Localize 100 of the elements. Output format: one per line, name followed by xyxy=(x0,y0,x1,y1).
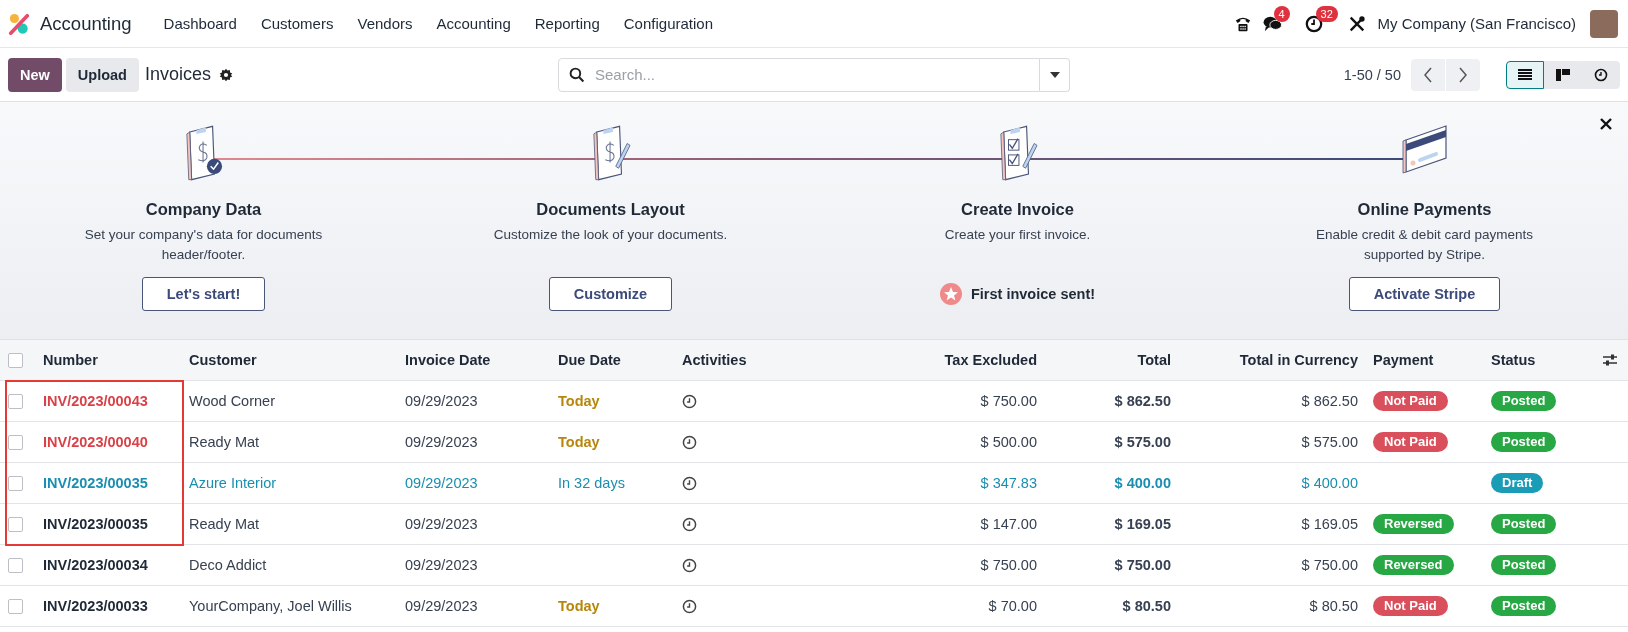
row-checkbox[interactable] xyxy=(8,475,23,491)
list-icon xyxy=(1517,67,1533,82)
clock-icon[interactable] xyxy=(682,434,697,450)
invoice-status: Posted xyxy=(1491,514,1557,534)
list-view-button[interactable] xyxy=(1506,60,1544,89)
kanban-icon xyxy=(1555,67,1571,82)
payment-status: Not Paid xyxy=(1373,596,1448,616)
amount: $ 750.00 xyxy=(1301,557,1358,573)
invoice-status: Posted xyxy=(1491,391,1557,411)
menu-item[interactable]: Reporting xyxy=(522,15,612,32)
column-header[interactable]: Due Date xyxy=(558,352,621,368)
due-date: Today xyxy=(558,598,600,614)
column-header[interactable]: Activities xyxy=(682,352,747,368)
customer-name: Azure Interior xyxy=(189,475,277,491)
due-date: Today xyxy=(558,393,600,409)
column-header[interactable]: Status xyxy=(1491,352,1536,368)
clock-icon[interactable] xyxy=(682,598,697,614)
invoice-number[interactable]: INV/2023/00035 xyxy=(43,516,148,532)
clock-icon[interactable] xyxy=(682,557,697,573)
amount: $ 750.00 xyxy=(980,393,1037,409)
menu-item[interactable]: Configuration xyxy=(611,15,725,32)
search-options-toggle[interactable] xyxy=(1040,57,1070,92)
search-field[interactable]: Search... xyxy=(558,57,1040,92)
app-name[interactable]: Accounting xyxy=(40,12,132,35)
clock-icon[interactable] xyxy=(682,393,697,409)
company-name[interactable]: My Company (San Francisco) xyxy=(1377,15,1576,32)
activity-count-badge: 32 xyxy=(1315,5,1338,22)
invoice-number[interactable]: INV/2023/00035 xyxy=(43,475,148,491)
step-button[interactable]: Customize xyxy=(548,277,673,311)
step-description: Set your company's data for documents header/footer. xyxy=(83,226,324,264)
invoice-status: Posted xyxy=(1491,432,1557,452)
invoice-date: 09/29/2023 xyxy=(405,598,478,614)
page-title: Invoices xyxy=(144,64,211,85)
close-icon xyxy=(1600,118,1612,130)
caret-icon xyxy=(1049,71,1060,78)
payment-status: Reversed xyxy=(1373,555,1454,575)
clock-icon[interactable] xyxy=(682,475,697,491)
app-logo-icon xyxy=(8,12,30,35)
amount: $ 575.00 xyxy=(1301,434,1358,450)
row-checkbox[interactable] xyxy=(8,516,23,532)
row-checkbox[interactable] xyxy=(8,598,23,614)
column-header[interactable]: Total xyxy=(1137,352,1171,368)
customer-name: Ready Mat xyxy=(189,516,260,532)
invoice-status: Posted xyxy=(1491,555,1557,575)
activity-view-button[interactable] xyxy=(1582,60,1620,89)
step-title: Online Payments xyxy=(1357,200,1492,219)
step-title: Documents Layout xyxy=(536,200,685,219)
clock-icon xyxy=(1593,67,1609,82)
amount: $ 862.50 xyxy=(1301,393,1358,409)
select-all-checkbox[interactable] xyxy=(8,352,23,368)
payment-status: Not Paid xyxy=(1373,391,1448,411)
total-amount: $ 80.50 xyxy=(1122,598,1171,614)
step-description: Create your first invoice. xyxy=(943,226,1092,244)
column-header[interactable]: Number xyxy=(43,352,98,368)
invoice-number[interactable]: INV/2023/00033 xyxy=(43,598,148,614)
new-button[interactable]: New xyxy=(8,57,62,92)
row-checkbox[interactable] xyxy=(8,393,23,409)
kanban-view-button[interactable] xyxy=(1544,60,1582,89)
avatar[interactable] xyxy=(1590,9,1618,38)
menu-item[interactable]: Customers xyxy=(248,15,346,32)
column-header[interactable]: Customer xyxy=(189,352,257,368)
step-button[interactable]: Let's start! xyxy=(141,277,266,311)
step-button[interactable]: Activate Stripe xyxy=(1348,277,1501,311)
customer-name: YourCompany, Joel Willis xyxy=(189,598,352,614)
upload-button[interactable]: Upload xyxy=(65,57,139,92)
search-icon xyxy=(569,66,585,83)
customer-name: Ready Mat xyxy=(189,434,260,450)
tools-icon[interactable] xyxy=(1347,14,1366,33)
previous-page-button[interactable] xyxy=(1411,58,1445,91)
invoice-date: 09/29/2023 xyxy=(405,516,478,532)
invoice-number[interactable]: INV/2023/00040 xyxy=(43,434,148,450)
column-settings-icon[interactable] xyxy=(1602,353,1618,367)
step-title: Company Data xyxy=(145,200,262,219)
invoice-date: 09/29/2023 xyxy=(405,434,478,450)
invoice-status: Posted xyxy=(1491,596,1557,616)
invoice-number[interactable]: INV/2023/00043 xyxy=(43,393,148,409)
menu-item[interactable]: Vendors xyxy=(345,15,425,32)
row-checkbox[interactable] xyxy=(8,434,23,450)
achievement-text: First invoice sent! xyxy=(970,286,1096,302)
menu-item[interactable]: Accounting xyxy=(424,15,523,32)
total-amount: $ 862.50 xyxy=(1114,393,1171,409)
payment-status: Reversed xyxy=(1373,514,1454,534)
due-date: Today xyxy=(558,434,600,450)
pager-value: 1-50 / 50 xyxy=(1343,66,1401,83)
invoice-date: 09/29/2023 xyxy=(405,557,478,573)
total-amount: $ 400.00 xyxy=(1114,475,1171,491)
step-description: Customize the look of your documents. xyxy=(492,226,729,244)
amount: $ 70.00 xyxy=(988,598,1037,614)
next-page-button[interactable] xyxy=(1446,58,1480,91)
settings-icon[interactable] xyxy=(219,67,233,82)
invoice-number[interactable]: INV/2023/00034 xyxy=(43,557,148,573)
row-checkbox[interactable] xyxy=(8,557,23,573)
total-amount: $ 575.00 xyxy=(1114,434,1171,450)
customer-name: Wood Corner xyxy=(189,393,275,409)
clock-icon[interactable] xyxy=(682,516,697,532)
menu-item[interactable]: Dashboard xyxy=(151,15,249,32)
invoice-date: 09/29/2023 xyxy=(405,475,478,491)
due-date: In 32 days xyxy=(558,475,625,491)
customer-name: Deco Addict xyxy=(189,557,267,573)
clock-icon[interactable] xyxy=(1304,14,1323,33)
